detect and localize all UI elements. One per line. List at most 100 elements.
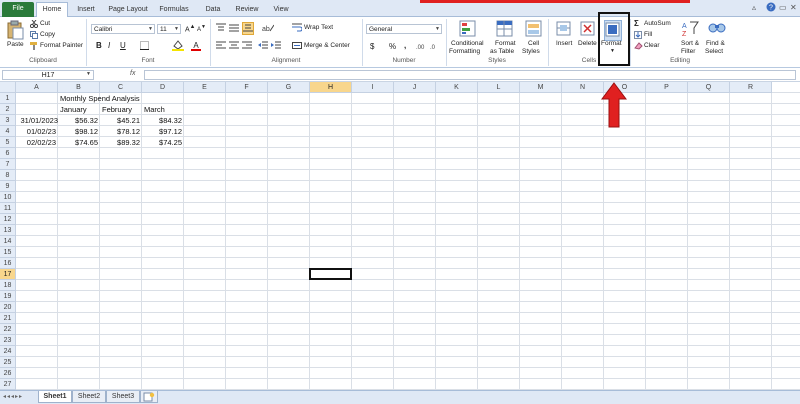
row-header-12[interactable]: 12 xyxy=(0,214,16,225)
window-restore-icon[interactable]: ▭ xyxy=(779,3,787,12)
tab-page-layout[interactable]: Page Layout xyxy=(104,3,152,17)
row-header-1[interactable]: 1 xyxy=(0,93,16,104)
row-header-8[interactable]: 8 xyxy=(0,170,16,181)
cell-a5[interactable]: 02/02/23 xyxy=(16,137,56,148)
decrease-indent-icon[interactable] xyxy=(258,41,268,52)
column-header-f[interactable]: F xyxy=(226,82,268,93)
column-header-g[interactable]: G xyxy=(268,82,310,93)
fill-button[interactable]: Fill xyxy=(644,31,652,38)
clear-button[interactable]: Clear xyxy=(644,42,660,49)
selected-cell[interactable] xyxy=(309,268,352,280)
decrease-decimal-icon[interactable]: .0 xyxy=(430,41,440,52)
tab-review[interactable]: Review xyxy=(232,3,262,17)
paste-icon[interactable] xyxy=(6,20,24,42)
font-size-select[interactable]: 11 ▼ xyxy=(157,24,181,34)
chevron-down-icon[interactable]: ▼ xyxy=(86,71,91,77)
row-header-14[interactable]: 14 xyxy=(0,236,16,247)
find-select-label-2[interactable]: Select xyxy=(705,48,723,55)
cell-c3[interactable]: $45.21 xyxy=(100,115,140,126)
fill-color-icon[interactable] xyxy=(172,40,184,53)
percent-button[interactable]: % xyxy=(389,42,396,51)
currency-button[interactable]: $ xyxy=(370,42,374,51)
cell-styles-label[interactable]: Cell xyxy=(528,40,539,47)
align-left-icon[interactable] xyxy=(216,41,226,52)
column-header-r[interactable]: R xyxy=(730,82,772,93)
cell-d3[interactable]: $84.32 xyxy=(142,115,182,126)
cell-d4[interactable]: $97.12 xyxy=(142,126,182,137)
align-middle-icon[interactable] xyxy=(229,23,239,34)
cell-styles-label-2[interactable]: Styles xyxy=(522,48,540,55)
column-header-i[interactable]: I xyxy=(352,82,394,93)
align-top-icon[interactable] xyxy=(216,23,226,34)
format-as-table-label-2[interactable]: as Table xyxy=(490,48,514,55)
format-as-table-label[interactable]: Format xyxy=(495,40,516,47)
cell-c2[interactable]: February xyxy=(102,104,132,115)
worksheet-grid[interactable]: ABCDEFGHIJKLMNOPQR 1 2 3 4 5 6 7 8 9 10 11 12 13 14 15… xyxy=(0,82,800,390)
help-icon[interactable]: ? xyxy=(766,2,776,14)
row-header-10[interactable]: 10 xyxy=(0,192,16,203)
tab-formulas[interactable]: Formulas xyxy=(156,3,192,17)
row-header-25[interactable]: 25 xyxy=(0,357,16,368)
row-header-27[interactable]: 27 xyxy=(0,379,16,390)
cut-button[interactable]: Cut xyxy=(40,20,50,27)
column-header-b[interactable]: B xyxy=(58,82,100,93)
formula-input[interactable] xyxy=(144,70,796,80)
column-header-l[interactable]: L xyxy=(478,82,520,93)
cell-b2[interactable]: January xyxy=(60,104,87,115)
sheet-tab-sheet3[interactable]: Sheet3 xyxy=(106,391,140,403)
row-header-11[interactable]: 11 xyxy=(0,203,16,214)
font-color-icon[interactable]: A xyxy=(191,40,201,53)
wrap-text-button[interactable]: Wrap Text xyxy=(304,24,333,31)
column-header-q[interactable]: Q xyxy=(688,82,730,93)
sheet-nav-arrows-icon[interactable]: ◂◂◂▸▸ xyxy=(3,393,23,400)
tab-file[interactable]: File xyxy=(2,2,34,17)
format-painter-button[interactable]: Format Painter xyxy=(40,42,83,49)
align-center-icon[interactable] xyxy=(229,41,239,52)
column-header-a[interactable]: A xyxy=(16,82,58,93)
column-header-h[interactable]: H xyxy=(310,82,352,93)
row-header-13[interactable]: 13 xyxy=(0,225,16,236)
select-all-corner[interactable] xyxy=(0,82,16,93)
borders-icon[interactable] xyxy=(140,41,150,52)
merge-center-button[interactable]: Merge & Center xyxy=(304,42,350,49)
comma-button[interactable]: , xyxy=(404,41,406,50)
conditional-formatting-label[interactable]: Conditional xyxy=(451,40,484,47)
shrink-font-icon[interactable]: A▼ xyxy=(197,24,206,33)
row-header-6[interactable]: 6 xyxy=(0,148,16,159)
row-header-20[interactable]: 20 xyxy=(0,302,16,313)
row-header-5[interactable]: 5 xyxy=(0,137,16,148)
sort-filter-label[interactable]: Sort & xyxy=(681,40,699,47)
row-header-26[interactable]: 26 xyxy=(0,368,16,379)
delete-cells-button[interactable]: Delete xyxy=(578,40,597,47)
minimize-ribbon-icon[interactable]: ▵ xyxy=(752,3,756,12)
number-format-select[interactable]: General ▼ xyxy=(366,24,442,34)
paste-button[interactable]: Paste xyxy=(7,41,24,48)
autosum-button[interactable]: AutoSum xyxy=(644,20,671,27)
row-header-2[interactable]: 2 xyxy=(0,104,16,115)
increase-decimal-icon[interactable]: .00 xyxy=(416,41,426,52)
row-header-19[interactable]: 19 xyxy=(0,291,16,302)
row-header-9[interactable]: 9 xyxy=(0,181,16,192)
row-header-24[interactable]: 24 xyxy=(0,346,16,357)
row-header-7[interactable]: 7 xyxy=(0,159,16,170)
insert-cells-button[interactable]: Insert xyxy=(556,40,572,47)
row-header-4[interactable]: 4 xyxy=(0,126,16,137)
column-header-c[interactable]: C xyxy=(100,82,142,93)
row-header-17[interactable]: 17 xyxy=(0,269,16,280)
underline-button[interactable]: U xyxy=(120,41,126,50)
increase-indent-icon[interactable] xyxy=(271,41,281,52)
cell-d2[interactable]: March xyxy=(144,104,165,115)
row-header-3[interactable]: 3 xyxy=(0,115,16,126)
row-header-21[interactable]: 21 xyxy=(0,313,16,324)
column-header-m[interactable]: M xyxy=(520,82,562,93)
column-header-p[interactable]: P xyxy=(646,82,688,93)
row-header-16[interactable]: 16 xyxy=(0,258,16,269)
align-right-icon[interactable] xyxy=(242,41,252,52)
column-header-e[interactable]: E xyxy=(184,82,226,93)
align-bottom-icon[interactable] xyxy=(242,22,254,35)
italic-button[interactable]: I xyxy=(108,41,110,50)
sheet-tab-sheet2[interactable]: Sheet2 xyxy=(72,391,106,403)
cell-a3[interactable]: 31/01/2023 xyxy=(16,115,58,126)
insert-sheet-icon[interactable] xyxy=(140,391,158,403)
font-name-select[interactable]: Calibri ▼ xyxy=(91,24,155,34)
